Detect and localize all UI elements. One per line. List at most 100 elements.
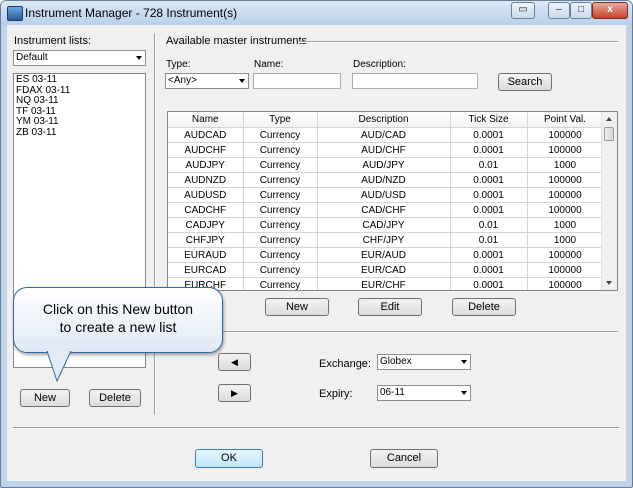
table-cell: Currency [243,142,318,158]
table-cell: CADCHF [168,202,244,218]
column-header-point-value[interactable]: Point Val. [527,112,604,128]
new-list-button[interactable]: New [20,389,70,407]
chevron-down-icon [461,391,467,395]
table-cell: CHF/JPY [317,232,451,248]
remove-from-list-button[interactable]: ▶ [218,384,251,402]
grid-scrollbar[interactable] [601,112,617,290]
table-cell: 1000 [527,232,604,248]
tutorial-callout: Click on this New button to create a new… [13,287,223,353]
table-cell: 100000 [527,247,604,263]
section-divider [219,331,618,333]
table-cell: 0.0001 [450,142,528,158]
cancel-button[interactable]: Cancel [370,449,438,468]
list-item[interactable]: ES 03-11 [16,74,143,86]
table-cell: 0.0001 [450,172,528,188]
instruments-grid: Name Type Description Tick Size Point Va… [167,111,618,291]
delete-list-button[interactable]: Delete [89,389,141,407]
table-cell: AUD/CAD [317,127,451,143]
chevron-down-icon [136,56,142,60]
expiry-select[interactable]: 06-11 [377,385,471,401]
list-item[interactable]: ZB 03-11 [16,127,143,139]
exchange-label: Exchange: [319,358,371,370]
callout-line-2: to create a new list [59,319,177,335]
minimize-icon[interactable]: – [548,2,570,19]
type-select[interactable]: <Any> [165,73,249,89]
instrument-lists-label: Instrument lists: [14,35,92,47]
name-input[interactable] [253,73,341,89]
scroll-thumb[interactable] [604,127,614,141]
panel-separator [154,33,156,415]
column-header-description[interactable]: Description [317,112,451,128]
table-cell: AUD/JPY [317,157,451,173]
table-row[interactable]: AUDUSD Currency AUD/USD 0.0001 100000 [168,187,604,203]
description-label: Description: [353,59,406,70]
table-cell: 0.0001 [450,247,528,263]
scroll-up-icon[interactable] [606,117,612,121]
list-item[interactable]: YM 03-11 [16,116,143,128]
scroll-down-icon[interactable] [606,281,612,285]
table-cell: 0.0001 [450,127,528,143]
restore-icon[interactable]: ▭ [511,2,535,19]
table-cell: AUDJPY [168,157,244,173]
chevron-down-icon [239,79,245,83]
table-cell: 100000 [527,202,604,218]
table-cell: 100000 [527,277,604,290]
table-cell: 1000 [527,217,604,233]
table-cell: EUR/CHF [317,277,451,290]
table-row[interactable]: AUDNZD Currency AUD/NZD 0.0001 100000 [168,172,604,188]
table-row[interactable]: CADCHF Currency CAD/CHF 0.0001 100000 [168,202,604,218]
maximize-icon[interactable]: □ [570,2,592,19]
edit-instrument-button[interactable]: Edit [358,298,422,316]
type-label: Type: [166,59,191,70]
table-cell: 100000 [527,262,604,278]
table-cell: 0.01 [450,157,528,173]
table-cell: Currency [243,217,318,233]
table-cell: 100000 [527,187,604,203]
add-to-list-button[interactable]: ◀ [218,353,251,371]
table-row[interactable]: EURAUD Currency EUR/AUD 0.0001 100000 [168,247,604,263]
ok-button[interactable]: OK [195,449,263,468]
table-row[interactable]: EURCHF Currency EUR/CHF 0.0001 100000 [168,277,604,290]
master-instruments-label: Available master instruments [166,35,308,47]
title-bar[interactable]: Instrument Manager - 728 Instrument(s) ▭… [1,1,632,25]
table-cell: CAD/CHF [317,202,451,218]
window-title: Instrument Manager - 728 Instrument(s) [25,6,238,20]
table-cell: Currency [243,277,318,290]
table-row[interactable]: AUDCHF Currency AUD/CHF 0.0001 100000 [168,142,604,158]
close-icon[interactable]: x [592,2,628,19]
table-cell: 0.0001 [450,187,528,203]
column-header-type[interactable]: Type [243,112,318,128]
app-icon [7,6,23,21]
table-cell: Currency [243,247,318,263]
table-cell: EUR/AUD [317,247,451,263]
table-cell: AUDNZD [168,172,244,188]
table-row[interactable]: AUDCAD Currency AUD/CAD 0.0001 100000 [168,127,604,143]
instrument-list-select[interactable]: Default [13,50,146,66]
table-body: AUDCAD Currency AUD/CAD 0.0001 100000 AUDCHF… [168,127,604,290]
description-input[interactable] [352,73,478,89]
table-cell: AUDUSD [168,187,244,203]
expiry-select-value: 06-11 [380,387,405,398]
table-row[interactable]: EURCAD Currency EUR/CAD 0.0001 100000 [168,262,604,278]
table-row[interactable]: CADJPY Currency CAD/JPY 0.01 1000 [168,217,604,233]
new-instrument-button[interactable]: New [265,298,329,316]
table-row[interactable]: AUDJPY Currency AUD/JPY 0.01 1000 [168,157,604,173]
table-cell: Currency [243,127,318,143]
exchange-select[interactable]: Globex [377,354,471,370]
table-cell: Currency [243,172,318,188]
instrument-manager-window: Instrument Manager - 728 Instrument(s) ▭… [0,0,633,488]
column-header-tick-size[interactable]: Tick Size [450,112,528,128]
table-cell: CAD/JPY [317,217,451,233]
table-header-row: Name Type Description Tick Size Point Va… [168,112,604,128]
table-row[interactable]: CHFJPY Currency CHF/JPY 0.01 1000 [168,232,604,248]
table-cell: 0.01 [450,232,528,248]
delete-instrument-button[interactable]: Delete [452,298,516,316]
table-cell: Currency [243,232,318,248]
table-cell: 100000 [527,127,604,143]
right-arrow-icon: ▶ [231,388,238,398]
table-cell: AUD/USD [317,187,451,203]
search-button[interactable]: Search [498,73,552,91]
column-header-name[interactable]: Name [168,112,244,128]
list-item[interactable]: NQ 03-11 [16,95,143,107]
footer-divider [13,427,619,429]
